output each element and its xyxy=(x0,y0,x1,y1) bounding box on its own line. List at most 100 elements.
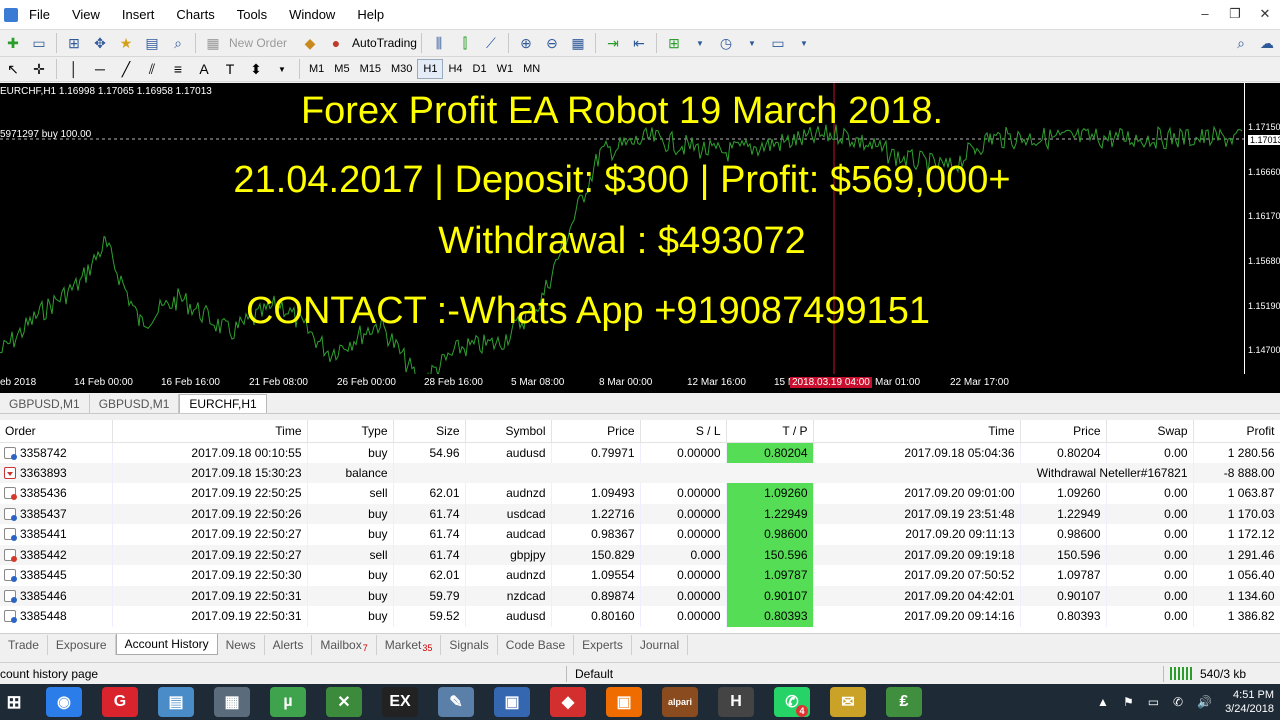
network-app-icon[interactable]: ▣ xyxy=(494,687,530,717)
app-icon[interactable] xyxy=(4,7,18,22)
tab-code-base[interactable]: Code Base xyxy=(498,634,575,655)
crosshair-icon[interactable]: ✛ xyxy=(28,58,50,80)
chart-tab-gbpusd-m1[interactable]: GBPUSD,M1 xyxy=(0,394,90,413)
fibonacci-icon[interactable]: ≡ xyxy=(167,58,189,80)
navigator-icon[interactable]: ★ xyxy=(115,32,137,54)
templates-icon[interactable]: ▭ xyxy=(767,32,789,54)
timeframe-h4[interactable]: H4 xyxy=(443,59,467,79)
column-header-symbol[interactable]: Symbol xyxy=(465,420,552,443)
channel-icon[interactable]: ⫽ xyxy=(141,58,163,80)
chevron-down-icon[interactable]: ▼ xyxy=(689,32,711,54)
zoom-out-icon[interactable]: ⊖ xyxy=(541,32,563,54)
tab-experts[interactable]: Experts xyxy=(574,634,632,655)
notes-app-icon[interactable]: ✉ xyxy=(830,687,866,717)
timeframe-mn[interactable]: MN xyxy=(518,59,545,79)
menu-insert[interactable]: Insert xyxy=(111,7,166,22)
arrows-icon[interactable]: ⬍ xyxy=(245,58,267,80)
chevron-down-icon[interactable]: ▼ xyxy=(793,32,815,54)
data-window-icon[interactable]: ✥ xyxy=(89,32,111,54)
profiles-icon[interactable]: ▭ xyxy=(28,32,50,54)
connection-bars-icon[interactable] xyxy=(1170,667,1194,680)
tab-trade[interactable]: Trade xyxy=(0,634,48,655)
exness-app-icon[interactable]: EX xyxy=(382,687,418,717)
table-row[interactable]: 3363893 2017.09.18 15:30:23 balance Withdra… xyxy=(0,462,1280,483)
table-row[interactable]: 3385448 2017.09.19 22:50:31 buy 59.52 audusd… xyxy=(0,606,1280,627)
tab-alerts[interactable]: Alerts xyxy=(265,634,313,655)
text-icon[interactable]: A xyxy=(193,58,215,80)
table-row[interactable]: 3385437 2017.09.19 22:50:26 buy 61.74 usdcad… xyxy=(0,503,1280,524)
column-header-profit[interactable]: Profit xyxy=(1193,420,1280,443)
trendline-icon[interactable]: ╱ xyxy=(115,58,137,80)
table-row[interactable]: 3385446 2017.09.19 22:50:31 buy 59.79 nzdcad… xyxy=(0,585,1280,606)
column-header-price[interactable]: Price xyxy=(551,420,641,443)
column-header-tp[interactable]: T / P xyxy=(726,420,814,443)
notebook-app-icon[interactable]: ▤ xyxy=(158,687,194,717)
periods-icon[interactable]: ◷ xyxy=(715,32,737,54)
autotrading-icon[interactable]: ● xyxy=(325,32,347,54)
column-header-close-price[interactable]: Price xyxy=(1020,420,1107,443)
tab-mailbox[interactable]: Mailbox 7 xyxy=(312,634,377,655)
column-header-size[interactable]: Size xyxy=(393,420,466,443)
strategy-tester-icon[interactable]: ⌕ xyxy=(167,32,189,54)
red-app-app-icon[interactable]: ◆ xyxy=(550,687,586,717)
timeframe-m15[interactable]: M15 xyxy=(355,59,386,79)
column-header-order[interactable]: Order xyxy=(0,420,113,443)
candlestick-icon[interactable]: ⫿ xyxy=(454,32,476,54)
new-chart-icon[interactable]: ✚ xyxy=(2,32,24,54)
timeframe-m1[interactable]: M1 xyxy=(304,59,329,79)
close-button[interactable]: ✕ xyxy=(1250,6,1280,22)
table-row[interactable]: 3385441 2017.09.19 22:50:27 buy 61.74 audcad… xyxy=(0,524,1280,545)
indicators-icon[interactable]: ⊞ xyxy=(663,32,685,54)
whatsapp-app-icon[interactable]: ✆ 4 xyxy=(774,687,810,717)
tab-exposure[interactable]: Exposure xyxy=(48,634,116,655)
minimize-button[interactable]: – xyxy=(1190,6,1220,22)
new-order-button[interactable]: New Order xyxy=(229,36,287,50)
tab-account-history[interactable]: Account History xyxy=(115,634,218,655)
new-order-icon[interactable]: ▦ xyxy=(202,32,224,54)
timeframe-h1[interactable]: H1 xyxy=(417,59,444,79)
market-watch-icon[interactable]: ⊞ xyxy=(63,32,85,54)
timeframe-w1[interactable]: W1 xyxy=(492,59,519,79)
paint-app-icon[interactable]: ✎ xyxy=(438,687,474,717)
chevron-down-icon[interactable]: ▼ xyxy=(741,32,763,54)
terminal-active-app-icon[interactable]: ₤ xyxy=(886,687,922,717)
orange-app-app-icon[interactable]: ▣ xyxy=(606,687,642,717)
calculator-app-icon[interactable]: ▦ xyxy=(214,687,250,717)
tab-news[interactable]: News xyxy=(218,634,265,655)
tray-flag-icon[interactable]: ⚑ xyxy=(1123,695,1134,709)
autotrading-button[interactable]: AutoTrading xyxy=(352,36,417,50)
menu-view[interactable]: View xyxy=(61,7,111,22)
metaeditor-icon[interactable]: ◆ xyxy=(299,32,321,54)
text-label-icon[interactable]: T xyxy=(219,58,241,80)
menu-charts[interactable]: Charts xyxy=(165,7,225,22)
column-header-close-time[interactable]: Time xyxy=(813,420,1021,443)
h-app-app-icon[interactable]: H xyxy=(718,687,754,717)
garena-app-icon[interactable]: G xyxy=(102,687,138,717)
search-icon[interactable]: ⌕ xyxy=(1230,32,1252,54)
chart-tab-eurchf-h1[interactable]: EURCHF,H1 xyxy=(179,394,267,413)
menu-file[interactable]: File xyxy=(18,7,61,22)
chevron-down-icon[interactable]: ▼ xyxy=(271,58,293,80)
zoom-in-icon[interactable]: ⊕ xyxy=(515,32,537,54)
autoscroll-icon[interactable]: ⇥ xyxy=(602,32,624,54)
metatrader-app-icon[interactable]: ✕ xyxy=(326,687,362,717)
tray-volume-icon[interactable]: 🔊 xyxy=(1197,695,1212,709)
menu-window[interactable]: Window xyxy=(278,7,346,22)
chart-shift-icon[interactable]: ⇤ xyxy=(628,32,650,54)
chrome-app-icon[interactable]: ◉ xyxy=(46,687,82,717)
column-header-sl[interactable]: S / L xyxy=(640,420,727,443)
timeframe-m5[interactable]: M5 xyxy=(329,59,354,79)
tray-overflow-icon[interactable]: ▲ xyxy=(1097,695,1109,709)
windows-start-icon[interactable]: ⊞ xyxy=(2,687,26,717)
table-row[interactable]: 3385445 2017.09.19 22:50:30 buy 62.01 audnzd… xyxy=(0,565,1280,586)
cursor-icon[interactable]: ↖ xyxy=(2,58,24,80)
tray-battery-icon[interactable]: ▭ xyxy=(1148,695,1159,709)
vertical-line-icon[interactable]: │ xyxy=(63,58,85,80)
tray-network-icon[interactable]: ✆ xyxy=(1173,695,1183,709)
timeframe-m30[interactable]: M30 xyxy=(386,59,417,79)
column-header-type[interactable]: Type xyxy=(307,420,394,443)
tab-journal[interactable]: Journal xyxy=(632,634,689,655)
alpari-app-icon[interactable]: alpari xyxy=(662,687,698,717)
bar-chart-icon[interactable]: ⫼ xyxy=(428,32,450,54)
utorrent-app-icon[interactable]: µ xyxy=(270,687,306,717)
